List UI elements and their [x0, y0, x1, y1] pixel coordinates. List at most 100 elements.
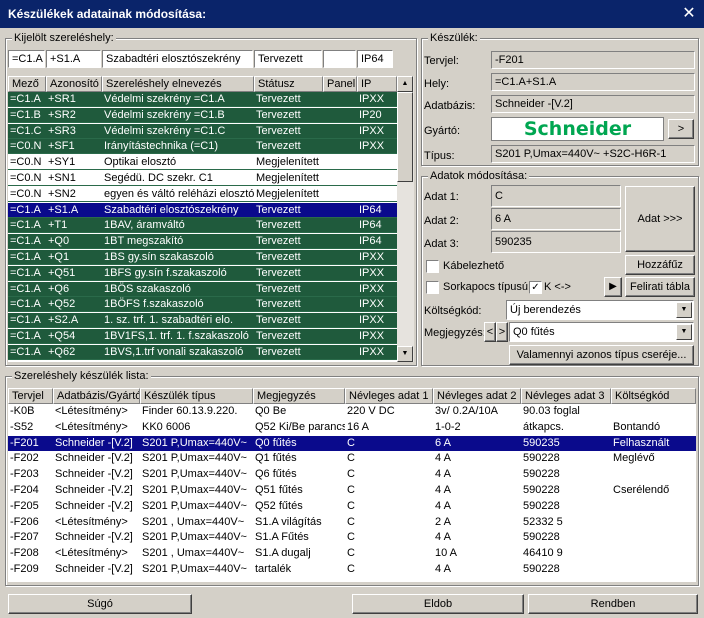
list-item[interactable]: =C1.A +Q62 1BVS,1.trf vonali szakaszoló Ter…	[8, 344, 397, 360]
list-cell	[323, 139, 357, 154]
lista-col-header[interactable]: Névleges adat 1	[345, 388, 433, 404]
list-cell: =C1.A	[10, 235, 41, 248]
list-cell: =C0.N	[10, 140, 42, 153]
table-row[interactable]: -F208 <Létesítmény> S201 , Umax=440V~ S1.A …	[8, 546, 696, 561]
close-icon[interactable]: ✕	[680, 5, 698, 23]
list-item[interactable]: =C0.N +SF1 Irányítástechnika (=C1) Tervezet…	[8, 139, 397, 155]
list-cell	[323, 171, 357, 186]
list-item[interactable]: =C1.A +Q51 1BFS gy.sín f.szakaszoló Terveze…	[8, 265, 397, 281]
list-cell: 1BS gy.sín szakaszoló	[104, 251, 214, 263]
adat1-field[interactable]: C	[491, 185, 621, 207]
kijelolt-col-header[interactable]: Panel	[323, 76, 357, 92]
list-item[interactable]: =C1.A +T1 1BAV, áramváltó Tervezett IP64	[8, 218, 397, 234]
table-cell: 90.03 foglal	[523, 405, 580, 417]
table-cell: 590228	[523, 468, 560, 481]
list-cell: Tervezett	[256, 124, 301, 137]
hely-label: Hely:	[424, 78, 450, 90]
tervjel-label: Tervjel:	[424, 55, 459, 67]
table-cell: 590228	[523, 563, 560, 575]
rendben-button[interactable]: Rendben	[528, 594, 698, 614]
list-item[interactable]: =C1.A +Q52 1BÖFS f.szakaszoló Tervezett IPXX	[8, 297, 397, 313]
chevron-down-icon[interactable]: ▼	[676, 302, 692, 318]
list-item[interactable]: =C1.A +Q1 1BS gy.sín szakaszoló Tervezett IP…	[8, 250, 397, 265]
list-item[interactable]: =C1.A +S1.A Szabadtéri elosztószekrény Terv…	[8, 202, 397, 218]
table-row[interactable]: -F209 Schneider -[V.2] S201 P,Umax=440V~ ta…	[8, 562, 696, 577]
table-row[interactable]: -K0B <Létesítmény> Finder 60.13.9.220. Q0 B…	[8, 404, 696, 419]
table-cell: -F205	[10, 499, 39, 512]
table-row[interactable]: -F205 Schneider -[V.2] S201 P,Umax=440V~ Q5…	[8, 499, 696, 514]
scroll-thumb[interactable]	[397, 92, 413, 182]
scroll-up-icon[interactable]: ▲	[397, 76, 413, 92]
list-cell: =C1.A	[10, 314, 41, 327]
list-cell: =C1.A	[10, 251, 41, 263]
play-button[interactable]: ▶	[604, 277, 622, 297]
list-item[interactable]: =C1.C +SR3 Védelmi szekrény =C1.C Tervezett…	[8, 123, 397, 139]
lista-col-header[interactable]: Névleges adat 3	[521, 388, 611, 404]
next-button[interactable]: >	[496, 322, 508, 342]
adat2-field[interactable]: 6 A	[491, 208, 621, 230]
list-item[interactable]: =C1.B +SR2 Védelmi szekrény =C1.B Tervezett…	[8, 107, 397, 123]
table-row[interactable]: -F207 Schneider -[V.2] S201 P,Umax=440V~ S1…	[8, 530, 696, 545]
table-row[interactable]: -F202 Schneider -[V.2] S201 P,Umax=440V~ Q1…	[8, 451, 696, 466]
gyarto-button[interactable]: >	[668, 119, 694, 139]
list-cell	[357, 187, 397, 202]
kijelolt-scrollbar[interactable]: ▲ ▼	[397, 76, 414, 362]
hozzafuz-button[interactable]: Hozzáfűz	[625, 255, 695, 275]
k-checkbox[interactable]: ✓	[529, 281, 542, 294]
list-item[interactable]: =C1.A +SR1 Védelmi szekrény =C1.A Tervezett…	[8, 92, 397, 107]
sorkapocs-checkbox[interactable]	[426, 281, 439, 294]
lista-legend: Szereléshely készülék lista:	[12, 370, 151, 382]
list-item[interactable]: =C1.A +Q54 1BV1FS,1. trf. 1. f.szakaszoló T…	[8, 329, 397, 344]
list-item[interactable]: =C1.A +Q6 1BÖS szakaszoló Tervezett IPXX	[8, 281, 397, 297]
list-item[interactable]: =C1.A +Q0 1BT megszakító Tervezett IP64	[8, 234, 397, 250]
scroll-down-icon[interactable]: ▼	[397, 346, 413, 362]
lista-col-header[interactable]: Költségkód	[611, 388, 696, 404]
table-row[interactable]: -F204 Schneider -[V.2] S201 P,Umax=440V~ Q5…	[8, 483, 696, 498]
adat3-field[interactable]: 590235	[491, 231, 621, 253]
kijelolt-col-header[interactable]: Státusz	[254, 76, 323, 92]
list-item[interactable]: =C0.N +SY1 Optikai elosztó Megjelenített	[8, 155, 397, 171]
list-cell: Megjelenített	[256, 187, 319, 200]
table-row[interactable]: -F201 Schneider -[V.2] S201 P,Umax=440V~ Q0…	[8, 435, 696, 451]
list-cell: Tervezett	[256, 140, 301, 153]
lista-col-header[interactable]: Tervjel	[8, 388, 53, 404]
lista-col-header[interactable]: Névleges adat 2	[433, 388, 521, 404]
table-cell: C	[347, 515, 355, 528]
felirati-button[interactable]: Felirati tábla	[625, 277, 695, 297]
list-cell: +Q1	[48, 251, 70, 263]
lista-col-header[interactable]: Megjegyzés	[253, 388, 345, 404]
table-cell: Q6 fűtés	[255, 468, 297, 481]
kabelezheto-checkbox[interactable]	[426, 260, 439, 273]
table-cell: -F202	[10, 452, 39, 465]
table-row[interactable]: -F206 <Létesítmény> S201 , Umax=440V~ S1.A …	[8, 515, 696, 530]
chevron-down-icon[interactable]: ▼	[676, 324, 692, 340]
megjegyzes-combo[interactable]: Q0 fűtés ▼	[509, 322, 694, 342]
table-row[interactable]: -F203 Schneider -[V.2] S201 P,Umax=440V~ Q6…	[8, 467, 696, 482]
table-cell: 590228	[523, 484, 560, 496]
lista-body[interactable]: -K0B <Létesítmény> Finder 60.13.9.220. Q0 B…	[8, 404, 696, 582]
kijelolt-col-header[interactable]: IP	[357, 76, 397, 92]
list-cell: Tervezett	[256, 345, 301, 358]
sugo-button[interactable]: Súgó	[8, 594, 192, 614]
lista-col-header[interactable]: Készülék típus	[140, 388, 253, 404]
list-item[interactable]: =C1.A +S2.A 1. sz. trf. 1. szabadtéri elo.…	[8, 313, 397, 329]
list-cell: 1BÖS szakaszoló	[104, 282, 191, 295]
kijelolt-col-header[interactable]: Mező	[8, 76, 46, 92]
eldob-button[interactable]: Eldob	[352, 594, 524, 614]
prev-button[interactable]: <	[484, 322, 496, 342]
koltseg-combo[interactable]: Új berendezés ▼	[506, 300, 694, 320]
list-item[interactable]: =C0.N +SN2 egyen és váltó reléházi elosztó…	[8, 186, 397, 202]
table-cell: Schneider -[V.2]	[55, 452, 133, 465]
valamennyi-button[interactable]: Valamennyi azonos típus cseréje...	[509, 345, 694, 365]
kijelolt-list[interactable]: =C1.A +SR1 Védelmi szekrény =C1.A Tervezett…	[8, 92, 397, 362]
list-cell: =C1.A	[10, 266, 41, 279]
list-cell	[323, 282, 357, 297]
lista-col-header[interactable]: Adatbázis/Gyártó	[53, 388, 140, 404]
list-item[interactable]: =C0.N +SN1 Segédü. DC szekr. C1 Megjeleníte…	[8, 171, 397, 186]
list-cell: Megjelenített	[256, 156, 319, 169]
kijelolt-col-header[interactable]: Szereléshely elnevezés	[102, 76, 254, 92]
table-row[interactable]: -S52 <Létesítmény> KK0 6006 Q52 Ki/Be paran…	[8, 420, 696, 435]
adat-button[interactable]: Adat >>>	[625, 186, 695, 252]
kijelolt-col-header[interactable]: Azonosító	[46, 76, 102, 92]
list-cell: +SF1	[48, 140, 75, 153]
